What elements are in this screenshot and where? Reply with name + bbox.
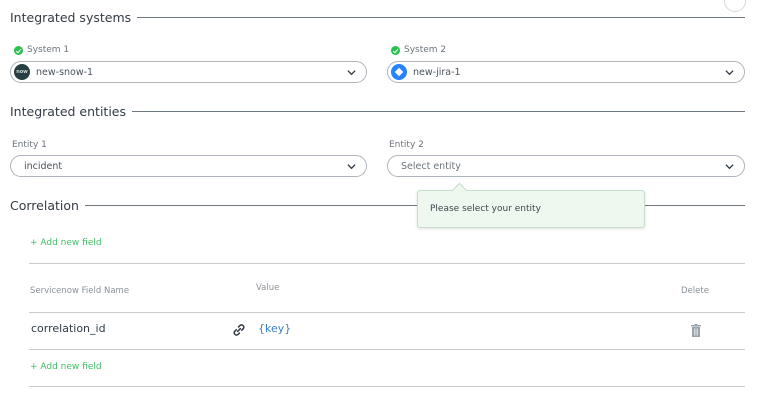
entity-tooltip: Please select your entity xyxy=(417,190,645,228)
connected-check-icon xyxy=(14,45,23,55)
system2-value: new-jira-1 xyxy=(413,66,461,78)
system1-label: System 1 xyxy=(14,45,69,55)
system2-label-text: System 2 xyxy=(404,45,447,55)
chevron-down-icon xyxy=(347,70,356,76)
tooltip-text: Please select your entity xyxy=(430,204,541,214)
add-new-field-link-top[interactable]: + Add new field xyxy=(30,238,102,248)
integrated-systems-title: Integrated systems xyxy=(10,10,132,25)
divider xyxy=(29,312,745,313)
entity1-select[interactable]: incident xyxy=(10,155,367,177)
connected-check-icon xyxy=(391,45,400,55)
correlation-value[interactable]: {key} xyxy=(258,322,291,335)
correlation-field-name: correlation_id xyxy=(31,322,106,335)
divider xyxy=(29,349,745,350)
chevron-down-icon xyxy=(725,164,734,170)
servicenow-icon: now xyxy=(14,64,30,80)
divider xyxy=(29,263,745,264)
integrated-entities-header: Integrated entities xyxy=(10,104,745,119)
entity1-value: incident xyxy=(24,160,63,172)
system2-select[interactable]: new-jira-1 xyxy=(387,61,745,83)
system1-select[interactable]: now new-snow-1 xyxy=(10,61,367,83)
link-icon[interactable] xyxy=(232,323,246,337)
system2-label: System 2 xyxy=(391,45,446,55)
correlation-title: Correlation xyxy=(10,198,79,213)
chevron-down-icon xyxy=(347,164,356,170)
system1-value: new-snow-1 xyxy=(36,66,94,78)
column-header-delete: Delete xyxy=(681,286,709,296)
section-divider xyxy=(132,111,745,112)
integrated-entities-title: Integrated entities xyxy=(10,104,126,119)
entity2-label: Entity 2 xyxy=(389,140,424,150)
section-divider xyxy=(84,205,745,206)
integrated-systems-header: Integrated systems xyxy=(10,10,745,25)
entity2-label-text: Entity 2 xyxy=(389,140,424,150)
column-header-value: Value xyxy=(256,283,280,293)
jira-icon xyxy=(391,64,407,80)
entity1-label-text: Entity 1 xyxy=(12,140,47,150)
column-header-field: Servicenow Field Name xyxy=(30,286,130,296)
entity1-label: Entity 1 xyxy=(12,140,47,150)
divider xyxy=(29,386,745,387)
servicenow-icon-text: now xyxy=(16,69,28,75)
section-divider xyxy=(137,17,745,18)
system1-label-text: System 1 xyxy=(27,45,70,55)
entity2-select[interactable]: Select entity xyxy=(387,155,745,177)
entity2-placeholder: Select entity xyxy=(401,160,461,172)
trash-icon[interactable] xyxy=(690,324,702,337)
chevron-down-icon xyxy=(725,70,734,76)
add-new-field-link-bottom[interactable]: + Add new field xyxy=(30,362,102,372)
